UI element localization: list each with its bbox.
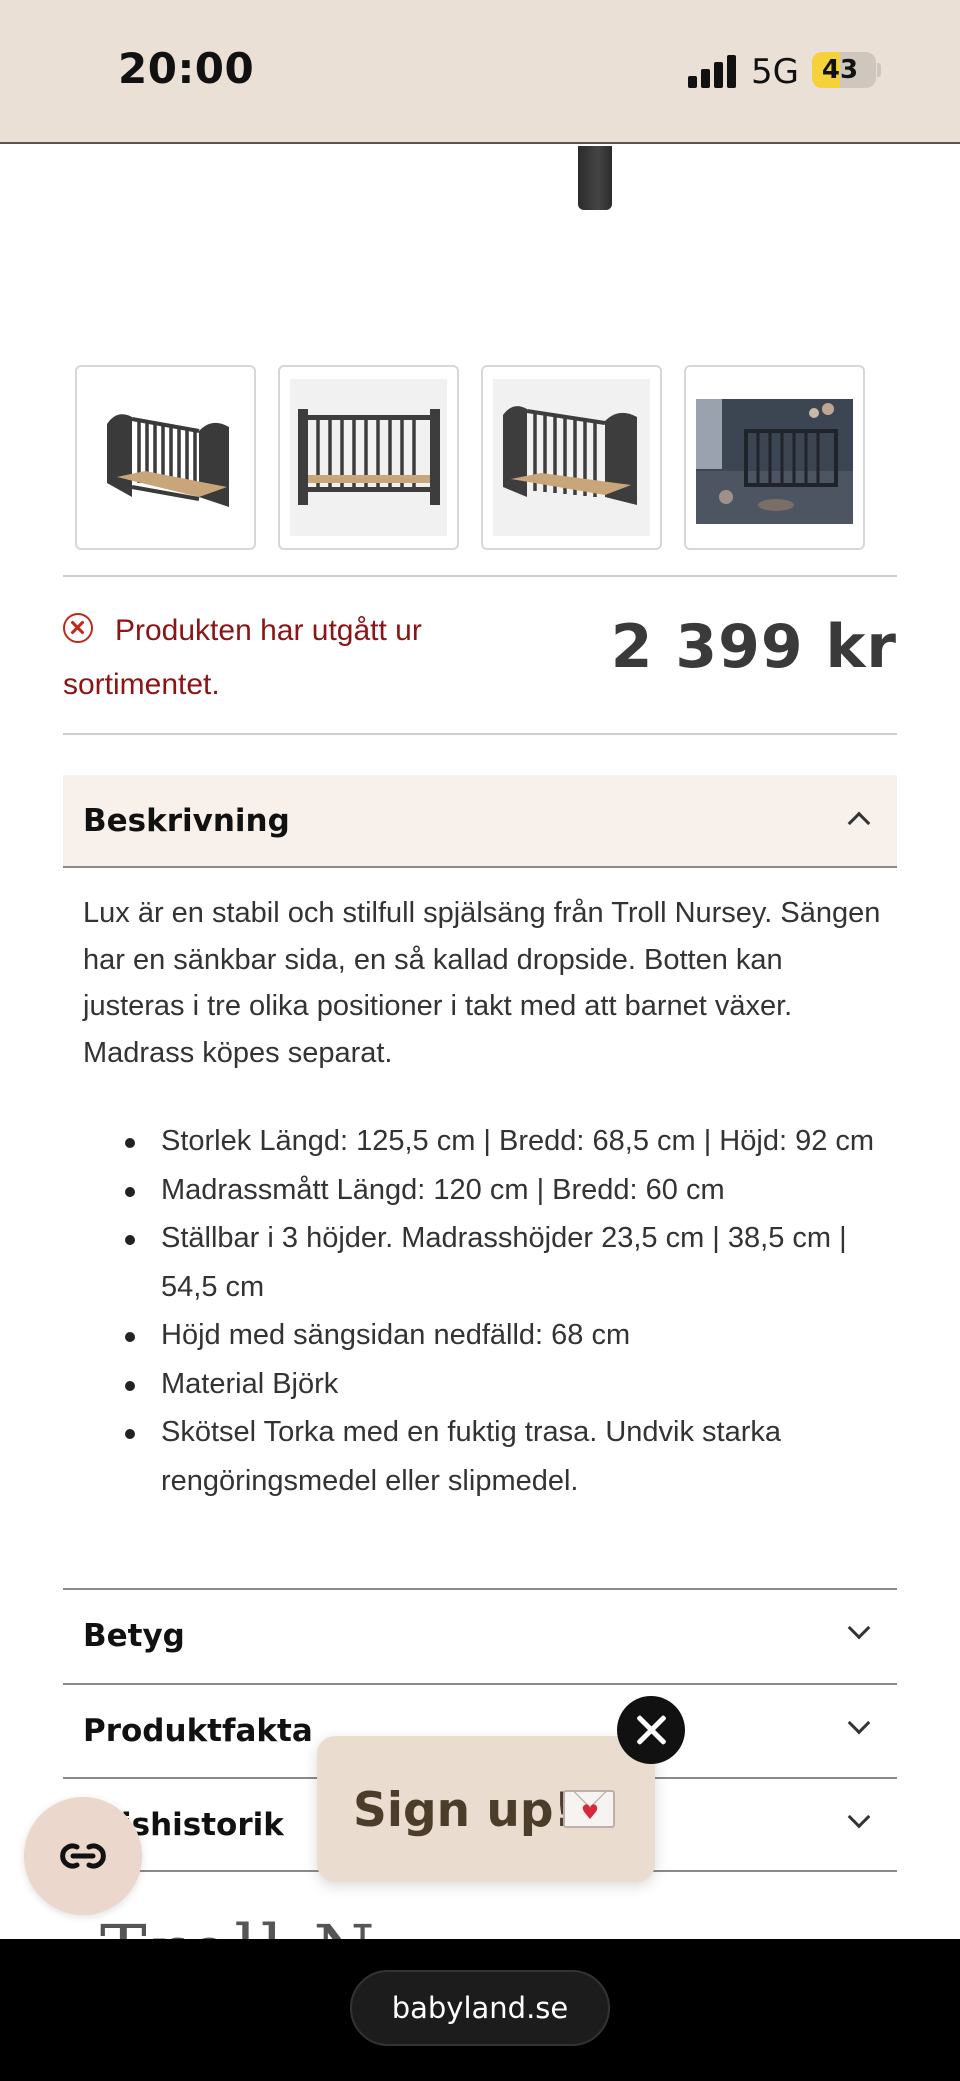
product-price: 2 399 kr xyxy=(610,612,897,682)
accordion-description-title: Beskrivning xyxy=(83,803,290,839)
divider xyxy=(63,733,897,735)
spec-item-heights: Ställbar i 3 höjder. Madrasshöjder 23,5 … xyxy=(83,1214,903,1311)
signup-popup[interactable]: Sign up! ♥ xyxy=(317,1736,655,1882)
divider xyxy=(63,866,897,868)
crib-photo-icon xyxy=(290,379,447,536)
chevron-down-icon xyxy=(847,1805,871,1829)
thumbnail-2[interactable] xyxy=(278,365,459,550)
clock: 20:00 xyxy=(118,44,255,93)
accordion-description-header[interactable]: Beskrivning xyxy=(63,775,897,867)
address-bar[interactable]: babyland.se xyxy=(350,1970,610,2046)
spec-item-material: Material Björk xyxy=(83,1360,903,1409)
product-page: 20:00 5G 43 Produkten har utgått ur sort… xyxy=(0,0,960,2081)
thumbnail-gallery xyxy=(75,365,865,550)
thumbnail-3[interactable] xyxy=(481,365,662,550)
spec-item-mattress: Madrassmått Längd: 120 cm | Bredd: 60 cm xyxy=(83,1166,903,1215)
thumbnail-1[interactable] xyxy=(75,365,256,550)
thumbnail-4[interactable] xyxy=(684,365,865,550)
availability-text: Produkten har utgått ur sortimentet. xyxy=(63,614,422,701)
spec-item-dropside: Höjd med sängsidan nedfälld: 68 cm xyxy=(83,1311,903,1360)
battery-tip xyxy=(877,63,881,77)
crib-photo-icon xyxy=(87,379,244,536)
accordion-rating-title: Betyg xyxy=(83,1618,185,1654)
close-popup-button[interactable] xyxy=(617,1696,685,1764)
love-letter-icon: ♥ xyxy=(563,1790,615,1828)
spec-list: Storlek Längd: 125,5 cm | Bredd: 68,5 cm… xyxy=(83,1117,903,1505)
chevron-down-icon xyxy=(847,1711,871,1735)
availability-status: Produkten har utgått ur sortimentet. xyxy=(63,604,533,712)
network-type: 5G xyxy=(751,52,799,92)
battery-level: 43 xyxy=(821,55,859,85)
chat-button[interactable] xyxy=(24,1797,142,1915)
battery-icon: 43 xyxy=(812,52,876,88)
accordion-rating-header[interactable]: Betyg xyxy=(63,1590,897,1682)
spec-item-care: Skötsel Torka med en fuktig trasa. Undvi… xyxy=(83,1408,903,1505)
chevron-down-icon xyxy=(847,1616,871,1640)
cellular-signal-icon xyxy=(688,54,738,88)
browser-toolbar: babyland.se xyxy=(0,1939,960,2081)
accordion-product-facts-title: Produktfakta xyxy=(83,1713,313,1749)
signup-label: Sign up! xyxy=(353,1783,575,1838)
chat-logo-icon xyxy=(60,1843,106,1869)
description-text: Lux är en stabil och stilfull spjälsäng … xyxy=(83,897,881,1069)
error-circle-icon xyxy=(63,613,93,643)
crib-photo-icon xyxy=(493,379,650,536)
spec-item-size: Storlek Längd: 125,5 cm | Bredd: 68,5 cm… xyxy=(83,1117,903,1166)
product-main-image[interactable] xyxy=(578,146,612,210)
status-bar: 20:00 5G 43 xyxy=(0,0,960,144)
room-photo-icon xyxy=(696,399,853,524)
chevron-up-icon xyxy=(847,811,871,835)
divider xyxy=(63,575,897,577)
